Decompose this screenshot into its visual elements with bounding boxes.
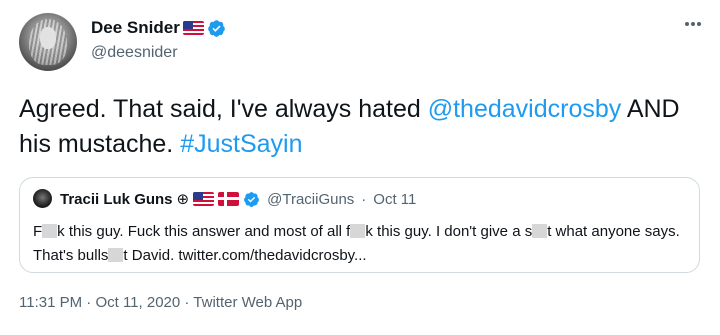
tweet-source[interactable]: Twitter Web App bbox=[193, 294, 302, 311]
author-name-row: Dee Snider bbox=[91, 18, 226, 38]
tweet-date[interactable]: Oct 11, 2020 bbox=[95, 294, 180, 311]
dot-separator: · bbox=[184, 294, 190, 311]
quoted-display-name: Tracii Luk Guns bbox=[60, 190, 173, 208]
author-handle[interactable]: @deesnider bbox=[91, 44, 178, 62]
us-flag-icon bbox=[182, 21, 204, 35]
censor-blur bbox=[108, 248, 124, 262]
tweet-time[interactable]: 11:31 PM bbox=[19, 294, 82, 311]
quoted-date: Oct 11 bbox=[373, 190, 417, 208]
author-display-name[interactable]: Dee Snider bbox=[91, 18, 180, 38]
quoted-author-avatar bbox=[33, 189, 52, 208]
quoted-text-part: k this guy. Fuck this answer and most of… bbox=[57, 223, 351, 240]
world-symbol-icon: ⊕ bbox=[176, 191, 190, 208]
author-avatar[interactable] bbox=[19, 13, 77, 71]
censor-blur bbox=[42, 224, 58, 238]
tweet-text-part: Agreed. That said, I've always hated bbox=[19, 95, 428, 123]
quoted-text-part: t David. twitter.com/thedavidcrosby... bbox=[123, 247, 367, 264]
verified-badge-icon bbox=[244, 191, 260, 207]
quoted-text-part: F bbox=[33, 223, 43, 240]
avatar-face bbox=[40, 27, 56, 49]
censor-blur bbox=[532, 224, 548, 238]
mention-link[interactable]: @thedavidcrosby bbox=[428, 95, 622, 123]
censor-blur bbox=[350, 224, 366, 238]
verified-badge-icon bbox=[207, 19, 225, 37]
quoted-header: Tracii Luk Guns ⊕ @TraciiGuns · Oct 11 bbox=[60, 190, 417, 209]
dot-separator: · bbox=[86, 294, 92, 311]
tweet-text: Agreed. That said, I've always hated @th… bbox=[19, 92, 699, 162]
quoted-tweet[interactable]: Tracii Luk Guns ⊕ @TraciiGuns · Oct 11 F… bbox=[19, 177, 700, 273]
quoted-text-part: k this guy. I don't give a s bbox=[365, 223, 533, 240]
us-flag-icon bbox=[193, 192, 215, 206]
more-horizontal-icon[interactable] bbox=[685, 22, 701, 26]
quoted-text: Fk this guy. Fuck this answer and most o… bbox=[33, 220, 683, 268]
tweet-meta: 11:31 PM · Oct 11, 2020 · Twitter Web Ap… bbox=[19, 294, 302, 311]
denmark-flag-icon bbox=[218, 192, 240, 206]
hashtag-link[interactable]: #JustSayin bbox=[180, 130, 302, 158]
dot-separator: · bbox=[361, 190, 367, 208]
quoted-handle: @TraciiGuns bbox=[267, 190, 355, 208]
